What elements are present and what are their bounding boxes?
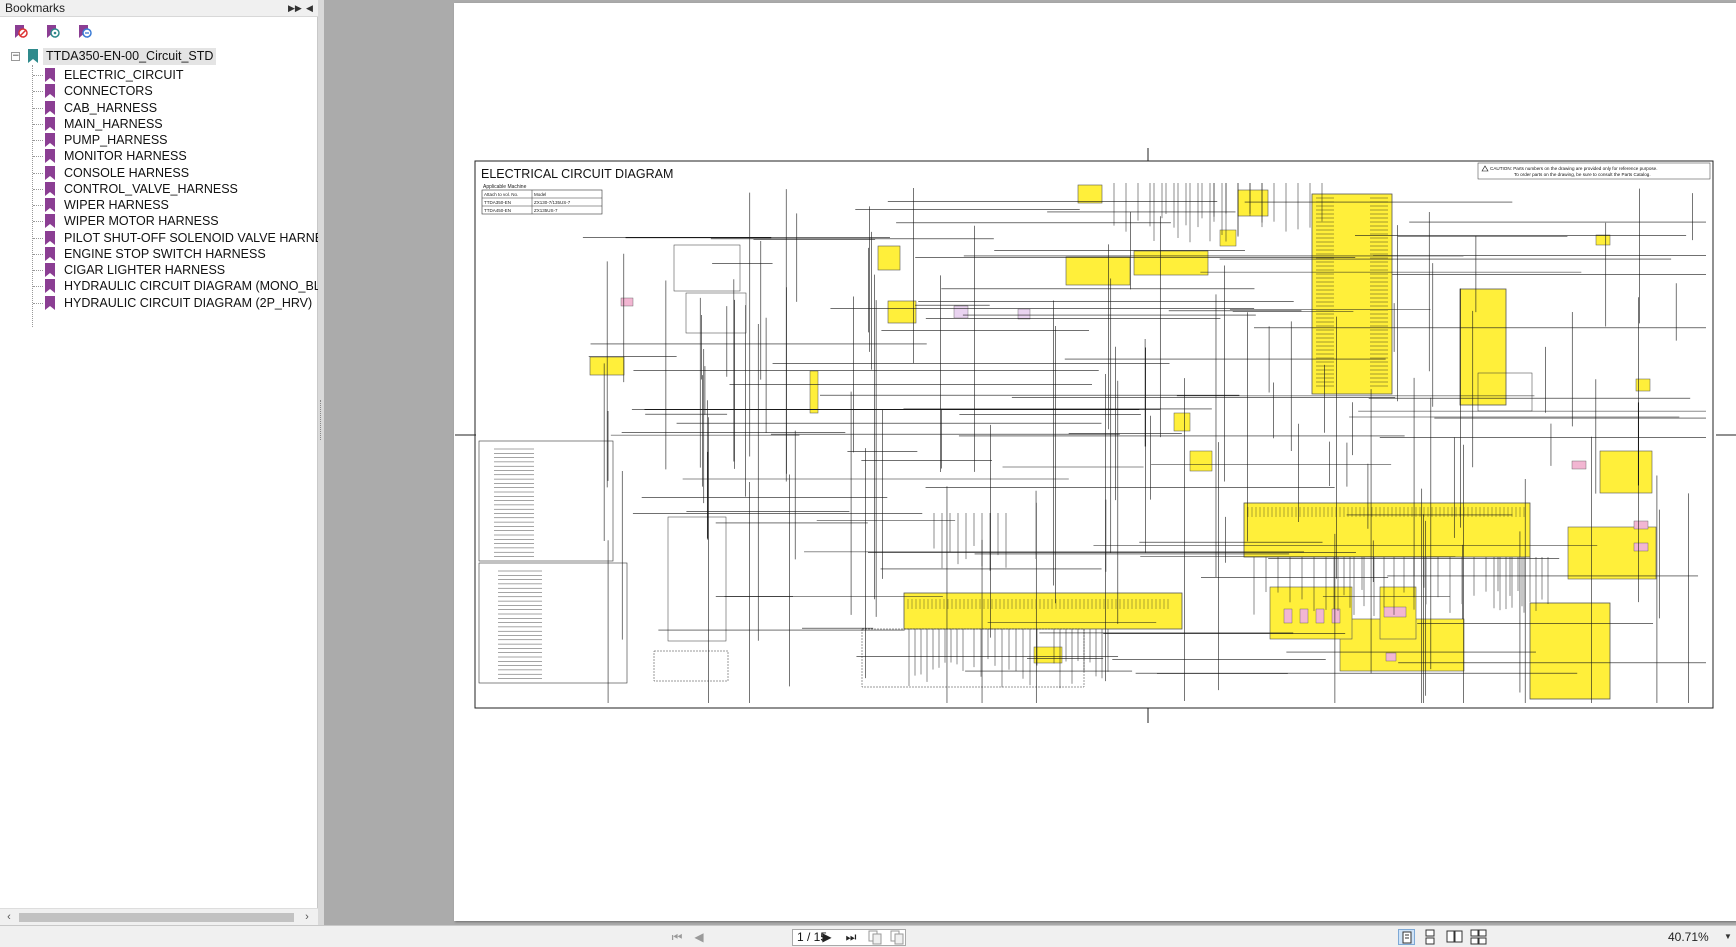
applicable-machine-table: Applicable Machine Attach to vol. No. Mo… [481, 184, 603, 215]
reference-panel [478, 440, 614, 562]
tree-guide-line [33, 221, 43, 223]
monitor-block [1459, 288, 1507, 406]
tree-guide-line [33, 123, 43, 125]
table-header-model: Model [534, 192, 546, 197]
last-page-icon[interactable]: ⏭ [842, 928, 860, 946]
bookmark-icon [45, 68, 55, 82]
bookmark-icon [45, 279, 55, 294]
bookmark-icon [45, 165, 55, 180]
bookmark-icon [45, 116, 55, 131]
tree-guide-line [33, 91, 43, 93]
diagram-title: ELECTRICAL CIRCUIT DIAGRAM [481, 167, 673, 181]
bookmark-options-icon[interactable] [76, 24, 92, 40]
mc-controller-block [903, 592, 1183, 630]
tree-guide-line [33, 302, 43, 304]
document-page[interactable]: ELECTRICAL CIRCUIT DIAGRAM Applicable Ma… [454, 3, 1736, 921]
next-view-icon[interactable] [888, 928, 906, 946]
reference-panel [667, 516, 727, 642]
bookmarks-horizontal-scrollbar[interactable]: ‹ › [0, 908, 318, 925]
table-cell: TTDA450-EN [484, 208, 511, 213]
reference-panel [653, 650, 729, 682]
table-cell: ZX135US-7 [534, 208, 558, 213]
scrollbar-thumb[interactable] [19, 913, 294, 922]
scroll-right-icon[interactable]: › [300, 909, 314, 926]
document-view[interactable]: ELECTRICAL CIRCUIT DIAGRAM Applicable Ma… [324, 0, 1736, 925]
bookmark-icon [45, 100, 55, 115]
tree-guide-line [33, 140, 43, 141]
caution-line2: To order parts on the drawing, be sure t… [1514, 172, 1651, 177]
bookmarks-tree: − TTDA350-EN-00_Circuit_STD ELECTRIC_CIR… [0, 48, 346, 908]
bookmarks-panel: Bookmarks ▶▶ ◀ − TTDA350-EN-00_Circuit_S… [0, 0, 346, 925]
bookmark-icon [45, 246, 55, 261]
scroll-left-icon[interactable]: ‹ [2, 909, 16, 926]
bookmark-icon [45, 230, 55, 245]
panel-options-icon[interactable]: ▶▶ [288, 0, 302, 17]
bookmark-icon [45, 198, 55, 212]
table-cell: TTDA350-EN [484, 200, 511, 205]
pdf-viewer-window: Bookmarks ▶▶ ◀ − TTDA350-EN-00_Circuit_S… [0, 0, 1736, 947]
continuous-facing-view-icon[interactable] [1470, 929, 1487, 945]
bookmark-icon [45, 133, 55, 147]
tree-guide-line [32, 65, 33, 327]
tree-guide-line [33, 156, 43, 158]
circuit-diagram: ELECTRICAL CIRCUIT DIAGRAM Applicable Ma… [455, 148, 1736, 723]
previous-view-icon[interactable] [866, 928, 884, 946]
relay-block [1529, 602, 1611, 700]
delete-bookmark-icon[interactable] [12, 24, 28, 40]
splitter-grip[interactable] [320, 400, 322, 440]
bookmark-item-label: HYDRAULIC CIRCUIT DIAGRAM (2P_HRV) [64, 295, 313, 310]
status-bar: ⏮ ◀ 1 / 15 ▼ ▶ ⏭ 40.71% ▼ [0, 925, 1736, 947]
expand-bookmark-icon[interactable] [44, 24, 60, 40]
bookmark-icon [45, 149, 55, 164]
caution-note: CAUTION: Parts numbers on the drawing ar… [1477, 162, 1711, 180]
first-page-icon[interactable]: ⏮ [668, 928, 686, 946]
applicable-caption: Applicable Machine [483, 184, 527, 190]
bookmark-root-icon [28, 49, 38, 63]
bookmark-icon [45, 295, 55, 310]
zoom-level[interactable]: 40.71% [1668, 929, 1709, 945]
tree-guide-line [33, 237, 43, 239]
next-page-icon[interactable]: ▶ [818, 928, 836, 946]
bookmark-icon [45, 181, 55, 196]
facing-view-icon[interactable] [1446, 929, 1463, 945]
collapse-toggle-icon[interactable]: − [11, 52, 20, 61]
reference-panel [478, 562, 628, 684]
table-cell: ZX130-7/135US-7 [534, 200, 571, 205]
bookmarks-toolbar [0, 22, 318, 44]
caution-line1: CAUTION: Parts numbers on the drawing ar… [1490, 166, 1658, 171]
tree-guide-line [33, 172, 43, 174]
bookmark-icon [45, 263, 55, 277]
tree-guide-line [33, 270, 43, 271]
reference-panel [685, 292, 747, 334]
tree-guide-line [33, 188, 43, 190]
warning-icon [1481, 165, 1489, 172]
reference-panel [673, 244, 741, 292]
bookmark-icon [45, 214, 55, 229]
bookmark-icon [45, 84, 55, 99]
tree-guide-line [33, 205, 43, 206]
continuous-view-icon[interactable] [1422, 929, 1439, 945]
tree-guide-line [33, 107, 43, 109]
tree-guide-line [33, 286, 43, 288]
table-header-attach: Attach to vol. No. [484, 192, 518, 197]
zoom-dropdown-icon[interactable]: ▼ [1724, 929, 1732, 945]
ecm-controller-block [1243, 502, 1531, 558]
bookmarks-header: Bookmarks ▶▶ ◀ [0, 0, 318, 17]
bookmarks-title: Bookmarks [5, 1, 66, 15]
single-page-view-icon[interactable] [1398, 929, 1415, 945]
collapse-panel-icon[interactable]: ◀ [306, 0, 313, 17]
bookmark-root-label: TTDA350-EN-00_Circuit_STD [43, 48, 217, 65]
previous-page-icon[interactable]: ◀ [690, 928, 708, 946]
tree-guide-line [33, 75, 43, 76]
tree-guide-line [33, 253, 43, 255]
